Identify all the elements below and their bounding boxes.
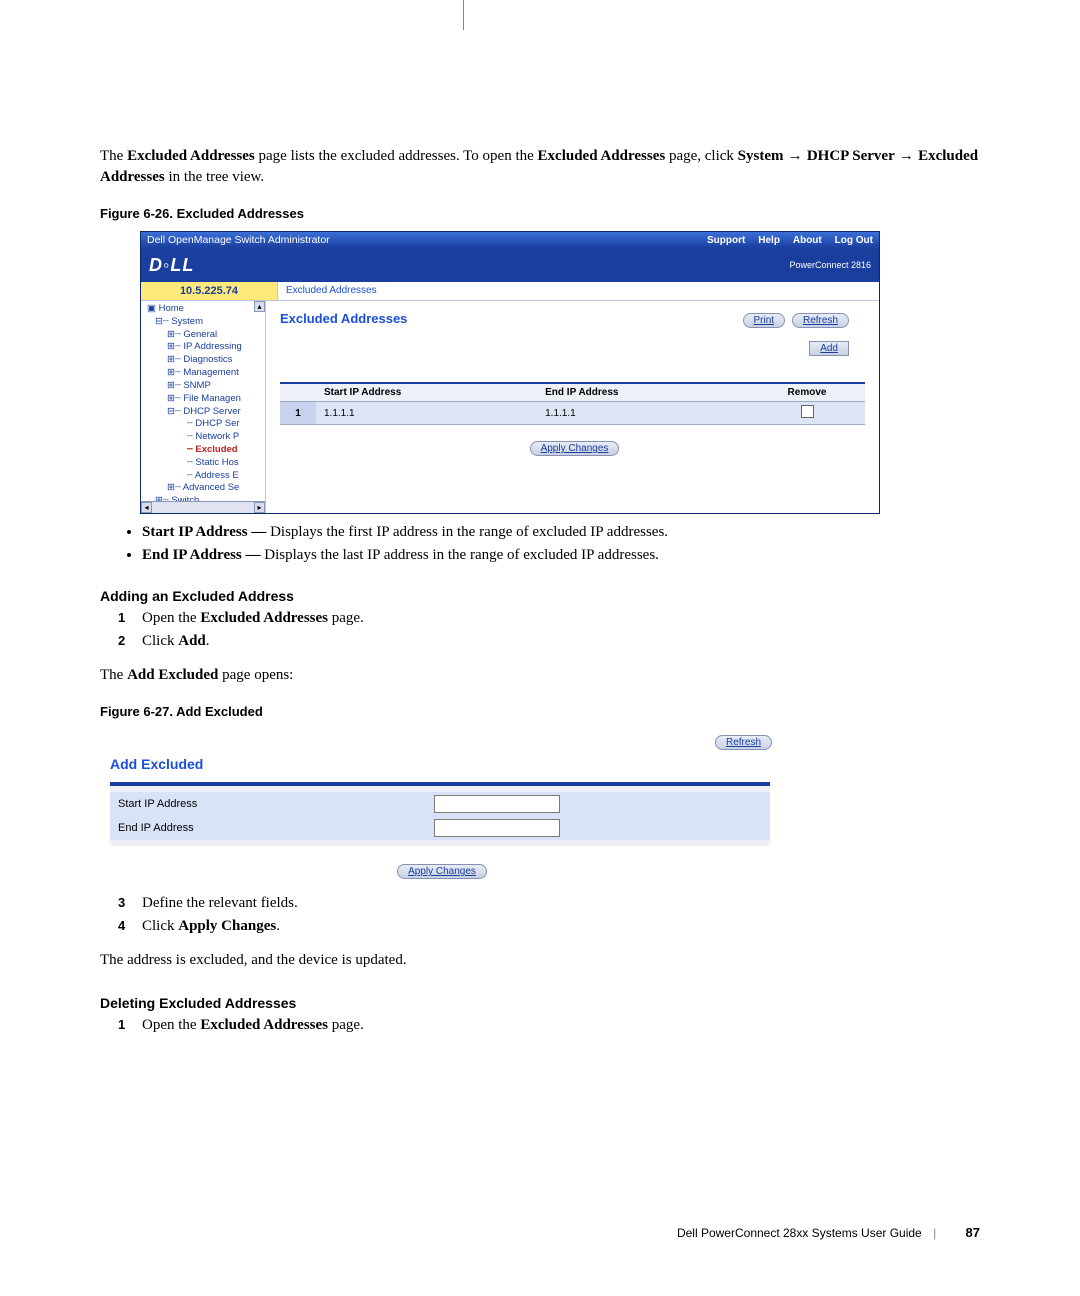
tree-network-p[interactable]: ┄ Network P xyxy=(147,431,263,444)
page-footer: Dell PowerConnect 28xx Systems User Guid… xyxy=(677,1225,980,1240)
text: Open the xyxy=(142,1017,200,1033)
logout-link[interactable]: Log Out xyxy=(835,235,873,246)
tree-address-e[interactable]: ┄ Address E xyxy=(147,470,263,483)
text: The Add Excluded page opens: xyxy=(100,665,980,686)
excluded-table: Start IP Address End IP Address Remove 1… xyxy=(280,382,865,425)
crop-mark xyxy=(463,0,464,30)
apply-changes-button[interactable]: Apply Changes xyxy=(530,441,620,456)
tree-dhcp-server[interactable]: ⊟┄ DHCP Server xyxy=(147,406,263,419)
col-start-ip: Start IP Address xyxy=(316,383,537,402)
window-titlebar: Dell OpenManage Switch Administrator Sup… xyxy=(141,232,879,248)
text: page lists the excluded addresses. To op… xyxy=(255,148,538,164)
text: . xyxy=(276,918,280,934)
row-start-ip: 1.1.1.1 xyxy=(316,402,537,425)
tree-diagnostics[interactable]: ⊞┄ Diagnostics xyxy=(147,354,263,367)
arrow-icon: → xyxy=(895,147,918,164)
row-num: 1 xyxy=(280,402,316,425)
scroll-up-icon[interactable]: ▴ xyxy=(254,301,265,312)
tree-file-manager[interactable]: ⊞┄ File Managen xyxy=(147,393,263,406)
nav-tree[interactable]: ▴ ▣ Home ⊟┄ System ⊞┄ General ⊞┄ IP Addr… xyxy=(141,301,266,513)
refresh-button[interactable]: Refresh xyxy=(715,735,772,750)
tree-dhcp-ser[interactable]: ┄ DHCP Ser xyxy=(147,418,263,431)
text: Click xyxy=(142,633,178,649)
text: Displays the first IP address in the ran… xyxy=(270,524,668,540)
text-bold: DHCP Server xyxy=(807,148,895,164)
end-ip-input[interactable] xyxy=(434,819,560,837)
field-descriptions: Start IP Address — Displays the first IP… xyxy=(142,524,980,564)
text: . xyxy=(206,633,210,649)
support-link[interactable]: Support xyxy=(707,235,745,246)
text-bold: Excluded Addresses xyxy=(127,148,255,164)
col-num xyxy=(280,383,316,402)
tree-general[interactable]: ⊞┄ General xyxy=(147,329,263,342)
start-ip-input[interactable] xyxy=(434,795,560,813)
start-ip-label: Start IP Address xyxy=(110,792,426,816)
end-ip-label: End IP Address xyxy=(110,816,426,840)
text-bold: Apply Changes xyxy=(178,918,276,934)
help-link[interactable]: Help xyxy=(758,235,780,246)
steps-adding: 1Open the Excluded Addresses page. 2Clic… xyxy=(100,610,980,650)
text: The address is excluded, and the device … xyxy=(100,950,980,971)
remove-checkbox[interactable] xyxy=(801,405,814,418)
col-remove: Remove xyxy=(749,383,865,402)
panel-title: Add Excluded xyxy=(110,756,780,772)
device-ip: 10.5.225.74 xyxy=(141,282,278,300)
heading-deleting: Deleting Excluded Addresses xyxy=(100,995,980,1011)
text: Click xyxy=(142,918,178,934)
about-link[interactable]: About xyxy=(793,235,822,246)
text-bold: Add xyxy=(178,633,206,649)
text: Open the xyxy=(142,610,200,626)
tree-ip-addressing[interactable]: ⊞┄ IP Addressing xyxy=(147,341,263,354)
text: page. xyxy=(328,610,364,626)
text: Define the relevant fields. xyxy=(142,895,298,911)
tree-advanced-se[interactable]: ⊞┄ Advanced Se xyxy=(147,482,263,495)
breadcrumb: Excluded Addresses xyxy=(278,282,385,300)
scroll-horizontal[interactable]: ◂▸ xyxy=(141,501,265,513)
text-bold: Excluded Addresses xyxy=(200,1017,328,1033)
arrow-icon: → xyxy=(784,147,807,164)
refresh-button[interactable]: Refresh xyxy=(792,313,849,328)
text-bold: Excluded Addresses xyxy=(200,610,328,626)
tree-excluded[interactable]: ┄ Excluded xyxy=(147,444,263,457)
figure-caption-6-27: Figure 6-27. Add Excluded xyxy=(100,704,980,719)
tree-snmp[interactable]: ⊞┄ SNMP xyxy=(147,380,263,393)
page-number: 87 xyxy=(966,1225,980,1240)
text-bold: System xyxy=(738,148,784,164)
table-row: 1 1.1.1.1 1.1.1.1 xyxy=(280,402,865,425)
text: in the tree view. xyxy=(165,169,264,185)
tree-static-hos[interactable]: ┄ Static Hos xyxy=(147,457,263,470)
intro-paragraph: The Excluded Addresses page lists the ex… xyxy=(100,145,980,188)
steps-deleting: 1Open the Excluded Addresses page. xyxy=(100,1017,980,1034)
apply-changes-button[interactable]: Apply Changes xyxy=(397,864,487,879)
add-excluded-form: Start IP Address End IP Address xyxy=(110,782,770,846)
dell-logo: D◦LL xyxy=(149,255,194,276)
tree-home[interactable]: ▣ Home xyxy=(147,303,263,316)
text: Displays the last IP address in the rang… xyxy=(264,547,659,563)
text-bold: Excluded Addresses xyxy=(538,148,666,164)
text: page. xyxy=(328,1017,364,1033)
figure-caption-6-26: Figure 6-26. Excluded Addresses xyxy=(100,206,980,221)
app-window-excluded-addresses: Dell OpenManage Switch Administrator Sup… xyxy=(140,231,880,514)
device-model: PowerConnect 2816 xyxy=(789,260,871,270)
heading-adding: Adding an Excluded Address xyxy=(100,588,980,604)
tree-system[interactable]: ⊟┄ System xyxy=(147,316,263,329)
label: End IP Address — xyxy=(142,547,264,563)
sub-bar: 10.5.225.74 Excluded Addresses xyxy=(141,282,879,301)
brand-bar: D◦LL PowerConnect 2816 xyxy=(141,248,879,282)
add-excluded-panel: Refresh Add Excluded Start IP Address En… xyxy=(100,729,780,891)
scroll-left-icon[interactable]: ◂ xyxy=(141,502,152,513)
add-button[interactable]: Add xyxy=(809,341,849,356)
col-end-ip: End IP Address xyxy=(537,383,749,402)
text: page, click xyxy=(665,148,737,164)
main-panel: Excluded Addresses Print Refresh Add Sta… xyxy=(266,301,879,513)
row-end-ip: 1.1.1.1 xyxy=(537,402,749,425)
tree-management[interactable]: ⊞┄ Management xyxy=(147,367,263,380)
footer-guide: Dell PowerConnect 28xx Systems User Guid… xyxy=(677,1226,922,1240)
print-button[interactable]: Print xyxy=(743,313,786,328)
steps-adding-cont: 3Define the relevant fields. 4Click Appl… xyxy=(100,895,980,935)
scroll-right-icon[interactable]: ▸ xyxy=(254,502,265,513)
window-title: Dell OpenManage Switch Administrator xyxy=(147,234,330,246)
text: The xyxy=(100,148,127,164)
label: Start IP Address — xyxy=(142,524,270,540)
